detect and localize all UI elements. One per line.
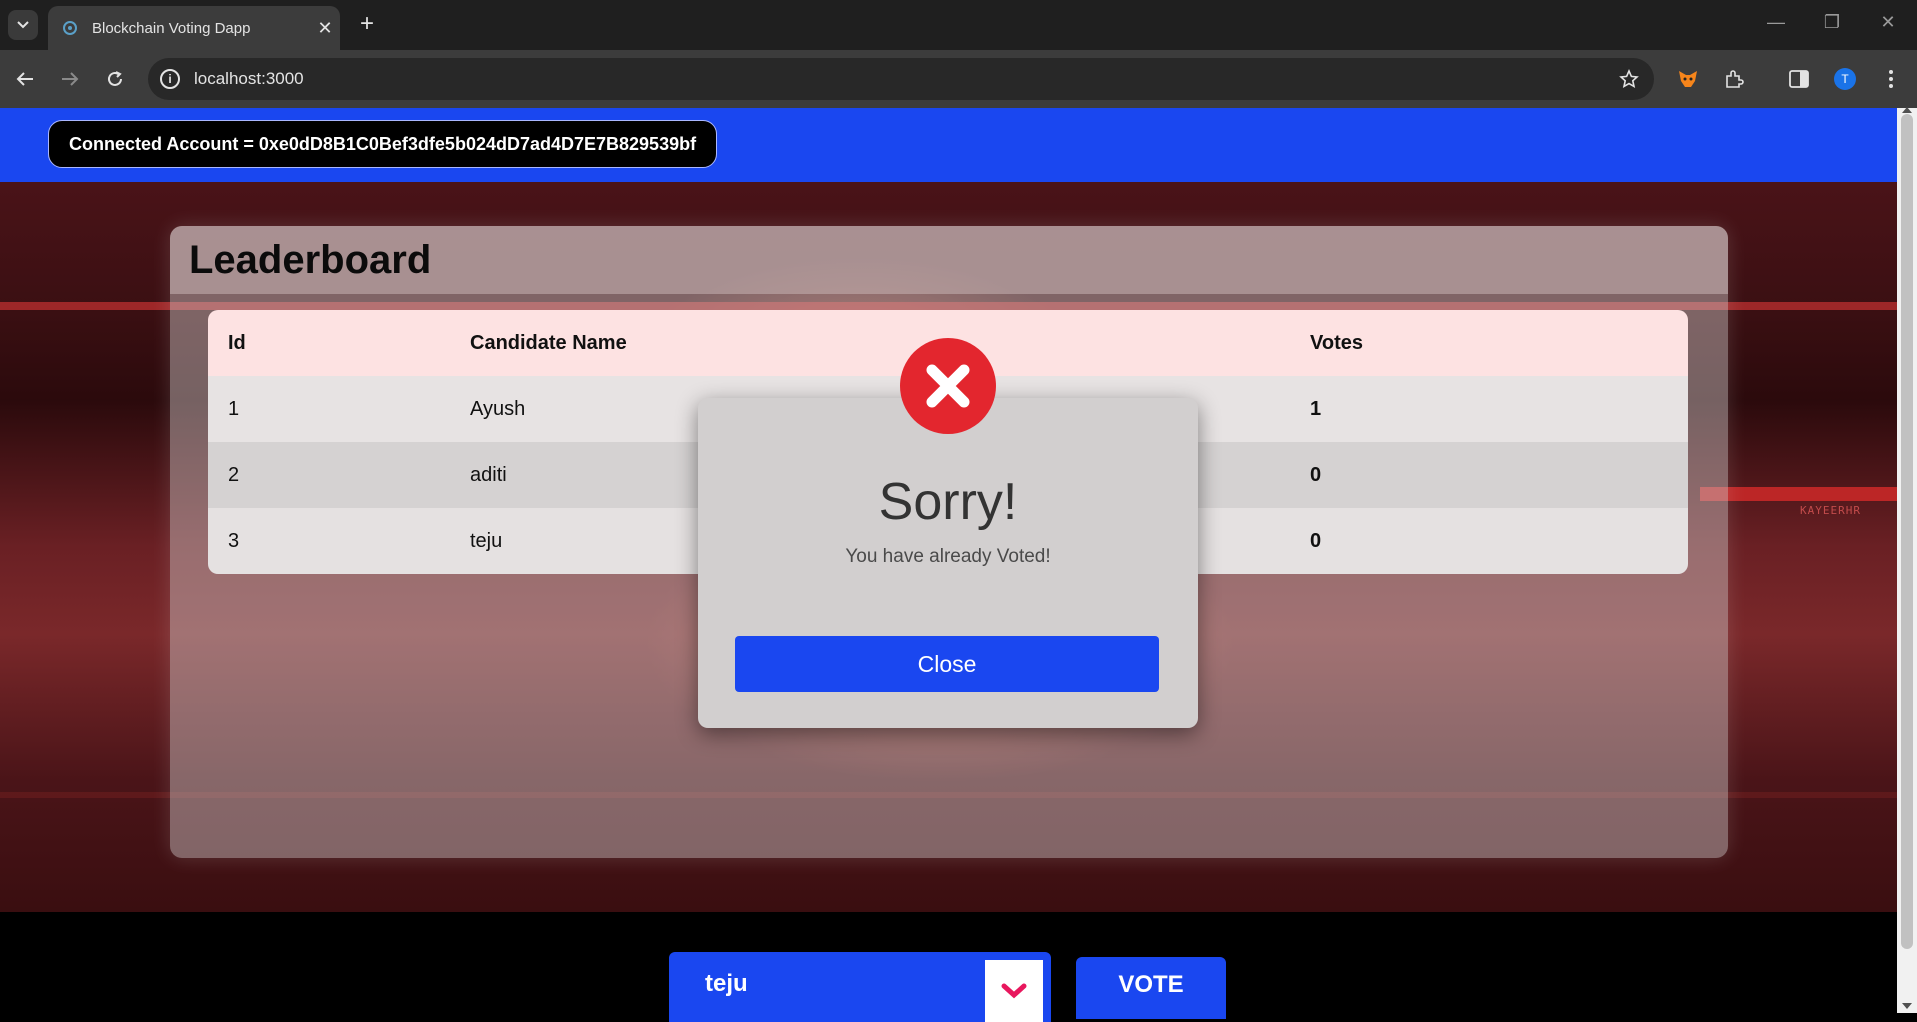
close-tab-icon[interactable]: ✕ — [310, 18, 340, 39]
forward-arrow-icon — [62, 72, 79, 86]
vote-bar: teju VOTE — [0, 912, 1897, 1022]
cell-name: teju — [470, 529, 503, 552]
cell-id: 1 — [228, 397, 240, 420]
back-arrow-icon — [16, 72, 33, 86]
browser-tabstrip: Blockchain Voting Dapp ✕ + — ❐ ✕ — [0, 0, 1917, 50]
tab-search-button[interactable] — [8, 10, 38, 40]
modal-title: Sorry! — [878, 473, 1018, 531]
browser-toolbar: i localhost:3000 T — [0, 50, 1917, 108]
alert-modal: Sorry! You have already Voted! Close — [698, 398, 1198, 728]
leaderboard-title: Leaderboard — [189, 238, 432, 282]
chevron-down-icon — [17, 21, 29, 29]
hero-band — [1700, 487, 1897, 501]
close-window-icon[interactable]: ✕ — [1868, 12, 1908, 33]
cell-votes: 1 — [1310, 397, 1322, 420]
column-header-votes: Votes — [1310, 331, 1363, 354]
browser-menu-icon[interactable] — [1876, 64, 1906, 94]
column-header-name: Candidate Name — [470, 331, 627, 354]
leaderboard-header: Leaderboard — [170, 226, 1728, 294]
scroll-up-icon[interactable] — [1902, 107, 1912, 113]
new-tab-button[interactable]: + — [352, 10, 382, 40]
back-button[interactable] — [10, 64, 40, 94]
reload-icon — [108, 71, 122, 86]
extensions-icon[interactable] — [1719, 64, 1749, 94]
restore-icon[interactable]: ❐ — [1812, 12, 1852, 33]
reload-button[interactable] — [100, 64, 130, 94]
connected-account: Connected Account = 0xe0dD8B1C0Bef3dfe5b… — [48, 120, 718, 168]
modal-message: You have already Voted! — [845, 546, 1051, 567]
address-bar[interactable]: i localhost:3000 — [148, 58, 1654, 100]
vote-button[interactable]: VOTE — [1076, 957, 1226, 1019]
tab-title: Blockchain Voting Dapp — [92, 19, 251, 37]
cell-name: Ayush — [470, 397, 526, 420]
side-panel-icon[interactable] — [1784, 64, 1814, 94]
top-nav: Connected Account = 0xe0dD8B1C0Bef3dfe5b… — [0, 108, 1897, 182]
minimize-icon[interactable]: — — [1756, 12, 1796, 33]
profile-initial: T — [1834, 68, 1856, 90]
cell-votes: 0 — [1310, 529, 1322, 552]
favicon-icon — [63, 21, 77, 35]
close-button[interactable]: Close — [735, 636, 1159, 692]
browser-tab[interactable]: Blockchain Voting Dapp ✕ — [48, 6, 340, 50]
candidate-select[interactable]: teju — [669, 952, 1051, 1022]
cell-votes: 0 — [1310, 463, 1322, 486]
scroll-down-icon[interactable] — [1902, 1003, 1912, 1009]
cell-id: 3 — [228, 529, 240, 552]
address-url: localhost:3000 — [194, 69, 304, 88]
scrollbar-thumb[interactable] — [1901, 114, 1913, 949]
cell-id: 2 — [228, 463, 240, 486]
forward-button[interactable] — [55, 64, 85, 94]
bookmark-star-icon[interactable] — [1614, 64, 1644, 94]
column-header-id: Id — [228, 331, 246, 354]
page-scrollbar[interactable] — [1897, 107, 1917, 1013]
metamask-extension-icon[interactable] — [1673, 64, 1703, 94]
site-info-icon[interactable]: i — [160, 69, 180, 89]
profile-avatar[interactable]: T — [1830, 64, 1860, 94]
error-icon — [900, 338, 996, 434]
cell-name: aditi — [470, 463, 507, 486]
hero-tag: KAYEERHR — [1800, 504, 1861, 517]
selected-candidate: teju — [705, 970, 748, 997]
